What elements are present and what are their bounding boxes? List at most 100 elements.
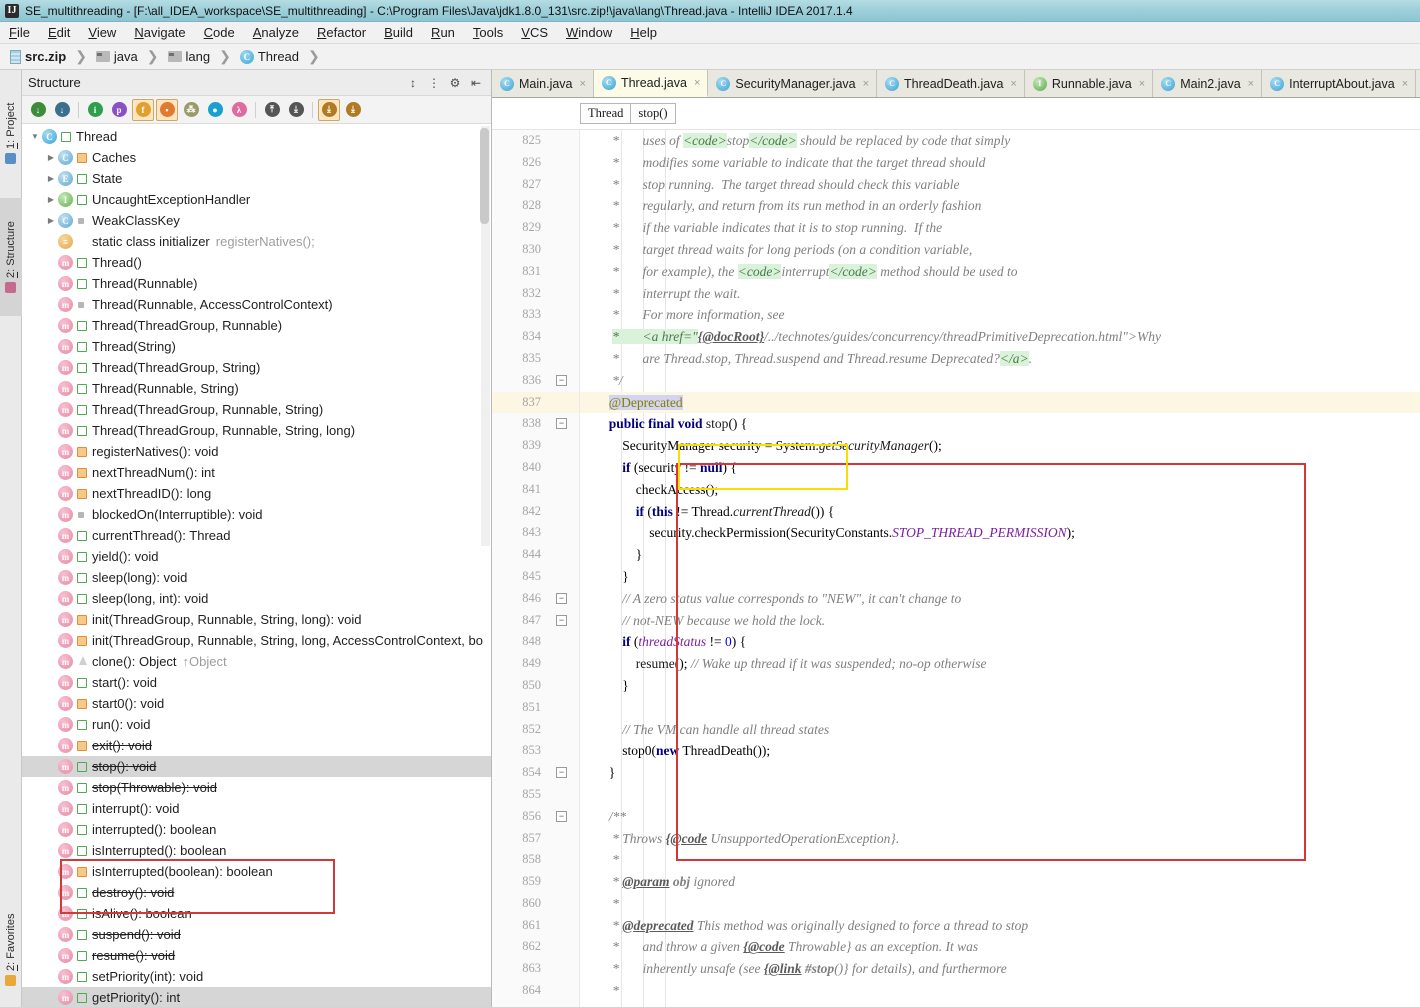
tree-item-member[interactable]: m init(ThreadGroup, Runnable, String, lon…	[22, 630, 491, 651]
group-methods-icon[interactable]: ●	[204, 99, 226, 121]
show-properties-icon[interactable]: p	[108, 99, 130, 121]
code-line[interactable]: checkAccess();	[580, 479, 1420, 501]
code-text[interactable]: * uses of <code>stop</code> should be re…	[580, 130, 1420, 1007]
autoscroll-to-source-icon[interactable]: ⤓	[318, 98, 340, 121]
sort-by-visibility-icon[interactable]: ↓	[27, 99, 49, 121]
code-line[interactable]	[580, 784, 1420, 806]
tree-item-member[interactable]: m nextThreadNum(): int	[22, 462, 491, 483]
menu-item-tools[interactable]: Tools	[464, 24, 512, 41]
code-breadcrumb-stop[interactable]: stop()	[630, 103, 676, 124]
code-line[interactable]: if (threadStatus != 0) {	[580, 631, 1420, 653]
menu-item-analyze[interactable]: Analyze	[244, 24, 308, 41]
code-line[interactable]: /**	[580, 806, 1420, 828]
close-icon[interactable]: ×	[1139, 78, 1145, 90]
close-icon[interactable]: ×	[580, 78, 586, 90]
tree-item-member[interactable]: m run(): void	[22, 714, 491, 735]
menu-item-build[interactable]: Build	[375, 24, 422, 41]
fold-toggle-icon[interactable]: −	[556, 767, 567, 779]
code-line[interactable]: * for example), the <code>interrupt</cod…	[580, 261, 1420, 283]
fold-toggle-icon[interactable]: −	[556, 418, 567, 430]
code-line[interactable]: public final void stop() {	[580, 413, 1420, 435]
close-icon[interactable]: ×	[1248, 78, 1254, 90]
autoscroll-from-source-icon[interactable]: ⤓	[342, 99, 364, 121]
show-fields-icon[interactable]: f	[132, 98, 154, 121]
tree-item-member[interactable]: m isAlive(): boolean	[22, 903, 491, 924]
tree-item-member[interactable]: m nextThreadID(): long	[22, 483, 491, 504]
code-line[interactable]: * target thread waits for long periods (…	[580, 239, 1420, 261]
close-icon[interactable]: ×	[1402, 78, 1408, 90]
code-line[interactable]: * Throws {@code UnsupportedOperationExce…	[580, 828, 1420, 850]
tree-item-member[interactable]: m start(): void	[22, 672, 491, 693]
tree-item-type[interactable]: ▶ I UncaughtExceptionHandler	[22, 189, 491, 210]
code-line[interactable]: *	[580, 849, 1420, 871]
code-line[interactable]: * regularly, and return from its run met…	[580, 195, 1420, 217]
tree-item-member[interactable]: m isInterrupted(boolean): boolean	[22, 861, 491, 882]
tool-window-tab-2--structure[interactable]: 2: Structure	[0, 198, 22, 316]
code-line[interactable]: SecurityManager security = System.getSec…	[580, 435, 1420, 457]
structure-tree[interactable]: ▼ C Thread ▶ C Caches ▶ E State ▶ I UncaughtExcepti…	[22, 124, 491, 1007]
show-inherited-icon[interactable]: i	[84, 99, 106, 121]
tree-item-member[interactable]: ≡ static class initializer registerNatives…	[22, 231, 491, 252]
code-line[interactable]: * @deprecated This method was originally…	[580, 915, 1420, 937]
tree-item-member[interactable]: m stop(): void	[22, 756, 491, 777]
code-line[interactable]: * <a href="{@docRoot}/../technotes/guide…	[580, 326, 1420, 348]
menu-item-edit[interactable]: Edit	[39, 24, 79, 41]
tree-item-member[interactable]: m start0(): void	[22, 693, 491, 714]
code-line[interactable]: if (this != Thread.currentThread()) {	[580, 501, 1420, 523]
tree-item-member[interactable]: m currentThread(): Thread	[22, 525, 491, 546]
menu-item-vcs[interactable]: VCS	[512, 24, 557, 41]
menu-item-code[interactable]: Code	[195, 24, 244, 41]
editor-tab-Thread-java[interactable]: C Thread.java ×	[593, 70, 709, 97]
menu-item-view[interactable]: View	[79, 24, 125, 41]
code-line[interactable]: * modifies some variable to indicate tha…	[580, 152, 1420, 174]
code-line[interactable]: * if the variable indicates that it is t…	[580, 217, 1420, 239]
collapse-all-icon[interactable]: ⋮	[425, 74, 443, 92]
tree-item-type[interactable]: ▶ C WeakClassKey	[22, 210, 491, 231]
tree-item-member[interactable]: m sleep(long): void	[22, 567, 491, 588]
code-line[interactable]: * uses of <code>stop</code> should be re…	[580, 130, 1420, 152]
code-line[interactable]: @Deprecated	[580, 391, 1420, 414]
code-line[interactable]: * stop running. The target thread should…	[580, 174, 1420, 196]
code-line[interactable]: */	[580, 370, 1420, 392]
code-line[interactable]: security.checkPermission(SecurityConstan…	[580, 522, 1420, 544]
close-icon[interactable]: ×	[1010, 78, 1016, 90]
breadcrumb-item-java[interactable]: java ❯	[94, 48, 166, 65]
expand-all-icon[interactable]: ⤒	[261, 99, 283, 121]
menu-item-run[interactable]: Run	[422, 24, 464, 41]
tree-item-member[interactable]: m interrupted(): boolean	[22, 819, 491, 840]
tree-item-member[interactable]: m destroy(): void	[22, 882, 491, 903]
code-line[interactable]: // not-NEW because we hold the lock.	[580, 610, 1420, 632]
tree-item-member[interactable]: m isInterrupted(): boolean	[22, 840, 491, 861]
tree-item-member[interactable]: m exit(): void	[22, 735, 491, 756]
close-icon[interactable]: ×	[694, 77, 700, 89]
code-line[interactable]: }	[580, 544, 1420, 566]
tree-item-member[interactable]: m suspend(): void	[22, 924, 491, 945]
menu-item-file[interactable]: File	[0, 24, 39, 41]
tree-expander[interactable]: ▶	[44, 195, 58, 204]
tree-item-member[interactable]: m Thread(ThreadGroup, Runnable, String, l…	[22, 420, 491, 441]
code-line[interactable]: }	[580, 762, 1420, 784]
fold-toggle-icon[interactable]: −	[556, 614, 567, 626]
menu-item-window[interactable]: Window	[557, 24, 621, 41]
code-line[interactable]: // The VM can handle all thread states	[580, 719, 1420, 741]
tree-item-member[interactable]: m resume(): void	[22, 945, 491, 966]
fold-toggle-icon[interactable]: −	[556, 374, 567, 386]
tree-item-member[interactable]: m Thread(ThreadGroup, Runnable)	[22, 315, 491, 336]
tree-item-member[interactable]: m blockedOn(Interruptible): void	[22, 504, 491, 525]
breadcrumb-item-lang[interactable]: lang ❯	[166, 48, 238, 65]
tree-scrollbar[interactable]	[480, 126, 490, 546]
tree-item-member[interactable]: m registerNatives(): void	[22, 441, 491, 462]
code-line[interactable]: }	[580, 675, 1420, 697]
tree-expander[interactable]: ▼	[28, 132, 42, 141]
tree-item-member[interactable]: m Thread(ThreadGroup, Runnable, String)	[22, 399, 491, 420]
tree-expander[interactable]: ▶	[44, 153, 58, 162]
menu-item-refactor[interactable]: Refactor	[308, 24, 375, 41]
editor-tab-InterruptAbout-java[interactable]: C InterruptAbout.java ×	[1262, 70, 1417, 97]
fold-toggle-icon[interactable]: −	[556, 592, 567, 604]
editor-tab-ThreadDeath-java[interactable]: C ThreadDeath.java ×	[877, 70, 1025, 97]
code-line[interactable]: * are Thread.stop, Thread.suspend and Th…	[580, 348, 1420, 370]
gear-icon[interactable]: ⚙	[446, 74, 464, 92]
tree-item-member[interactable]: m yield(): void	[22, 546, 491, 567]
tree-item-member[interactable]: m sleep(long, int): void	[22, 588, 491, 609]
code-line[interactable]: resume(); // Wake up thread if it was su…	[580, 653, 1420, 675]
